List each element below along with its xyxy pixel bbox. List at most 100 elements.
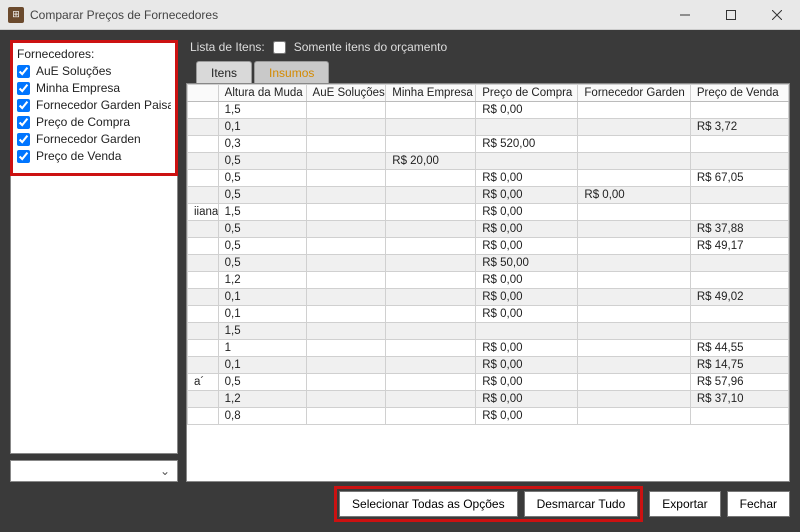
cell[interactable]: 0,1 bbox=[218, 289, 306, 306]
cell[interactable] bbox=[690, 136, 788, 153]
left-combobox[interactable]: ⌄ bbox=[10, 460, 178, 482]
cell[interactable] bbox=[386, 340, 476, 357]
cell[interactable]: 0,5 bbox=[218, 153, 306, 170]
cell[interactable] bbox=[578, 374, 690, 391]
col-minha[interactable]: Minha Empresa bbox=[386, 85, 476, 102]
table-row[interactable]: 0,8R$ 0,00 bbox=[188, 408, 789, 425]
tab-itens[interactable]: Itens bbox=[196, 61, 252, 84]
cell[interactable] bbox=[306, 187, 386, 204]
supplier-checkbox[interactable] bbox=[17, 116, 30, 129]
cell[interactable] bbox=[306, 153, 386, 170]
cell[interactable]: R$ 0,00 bbox=[476, 238, 578, 255]
cell[interactable] bbox=[386, 187, 476, 204]
close-button[interactable] bbox=[754, 0, 800, 30]
supplier-item[interactable]: AuE Soluções bbox=[17, 63, 171, 80]
cell[interactable] bbox=[578, 289, 690, 306]
cell[interactable] bbox=[386, 255, 476, 272]
cell[interactable] bbox=[386, 170, 476, 187]
cell[interactable] bbox=[306, 374, 386, 391]
cell[interactable] bbox=[188, 255, 219, 272]
cell[interactable] bbox=[578, 221, 690, 238]
supplier-item[interactable]: Preço de Compra bbox=[17, 114, 171, 131]
cell[interactable] bbox=[306, 204, 386, 221]
table-row[interactable]: 1R$ 0,00R$ 44,55 bbox=[188, 340, 789, 357]
supplier-item[interactable]: Minha Empresa bbox=[17, 80, 171, 97]
cell[interactable]: 0,5 bbox=[218, 221, 306, 238]
deselect-all-button[interactable]: Desmarcar Tudo bbox=[524, 491, 639, 517]
cell[interactable] bbox=[578, 170, 690, 187]
cell[interactable]: R$ 57,96 bbox=[690, 374, 788, 391]
supplier-item[interactable]: Preço de Venda bbox=[17, 148, 171, 165]
grid-scroll[interactable]: Altura da Muda AuE Soluções Minha Empres… bbox=[187, 84, 789, 481]
col-altura[interactable]: Altura da Muda bbox=[218, 85, 306, 102]
cell[interactable]: R$ 0,00 bbox=[578, 187, 690, 204]
cell[interactable] bbox=[578, 136, 690, 153]
cell[interactable] bbox=[306, 357, 386, 374]
cell[interactable] bbox=[306, 408, 386, 425]
cell[interactable] bbox=[306, 170, 386, 187]
cell[interactable] bbox=[306, 238, 386, 255]
table-row[interactable]: 0,5R$ 0,00R$ 37,88 bbox=[188, 221, 789, 238]
minimize-button[interactable] bbox=[662, 0, 708, 30]
cell[interactable]: 0,5 bbox=[218, 238, 306, 255]
cell[interactable] bbox=[306, 136, 386, 153]
cell[interactable]: 1,5 bbox=[218, 323, 306, 340]
cell[interactable]: R$ 44,55 bbox=[690, 340, 788, 357]
cell[interactable] bbox=[476, 323, 578, 340]
table-row[interactable]: 0,5R$ 0,00R$ 49,17 bbox=[188, 238, 789, 255]
supplier-checkbox[interactable] bbox=[17, 133, 30, 146]
cell[interactable] bbox=[386, 238, 476, 255]
cell[interactable] bbox=[386, 374, 476, 391]
supplier-item[interactable]: Fornecedor Garden Paisagis bbox=[17, 97, 171, 114]
cell[interactable] bbox=[690, 204, 788, 221]
cell[interactable] bbox=[578, 408, 690, 425]
cell[interactable]: R$ 0,00 bbox=[476, 340, 578, 357]
cell[interactable] bbox=[386, 136, 476, 153]
cell[interactable] bbox=[188, 119, 219, 136]
cell[interactable] bbox=[690, 102, 788, 119]
cell[interactable]: 1,2 bbox=[218, 272, 306, 289]
cell[interactable] bbox=[578, 119, 690, 136]
cell[interactable] bbox=[188, 170, 219, 187]
supplier-item[interactable]: Fornecedor Garden bbox=[17, 131, 171, 148]
cell[interactable]: R$ 3,72 bbox=[690, 119, 788, 136]
cell[interactable] bbox=[476, 153, 578, 170]
cell[interactable] bbox=[386, 323, 476, 340]
cell[interactable] bbox=[306, 221, 386, 238]
table-row[interactable]: 0,1R$ 0,00R$ 14,75 bbox=[188, 357, 789, 374]
cell[interactable] bbox=[188, 153, 219, 170]
cell[interactable] bbox=[386, 221, 476, 238]
cell[interactable] bbox=[386, 289, 476, 306]
col-handle[interactable] bbox=[188, 85, 219, 102]
table-row[interactable]: 1,5 bbox=[188, 323, 789, 340]
cell[interactable]: R$ 0,00 bbox=[476, 374, 578, 391]
cell[interactable] bbox=[578, 357, 690, 374]
cell[interactable] bbox=[188, 187, 219, 204]
cell[interactable] bbox=[578, 204, 690, 221]
cell[interactable]: 1,5 bbox=[218, 102, 306, 119]
col-garden[interactable]: Fornecedor Garden bbox=[578, 85, 690, 102]
cell[interactable] bbox=[386, 119, 476, 136]
cell[interactable] bbox=[578, 306, 690, 323]
cell[interactable]: R$ 0,00 bbox=[476, 187, 578, 204]
cell[interactable] bbox=[578, 238, 690, 255]
cell[interactable] bbox=[306, 272, 386, 289]
cell[interactable] bbox=[188, 391, 219, 408]
table-row[interactable]: 1,2R$ 0,00R$ 37,10 bbox=[188, 391, 789, 408]
cell[interactable] bbox=[188, 306, 219, 323]
cell[interactable] bbox=[386, 357, 476, 374]
table-row[interactable]: 0,5R$ 0,00R$ 0,00 bbox=[188, 187, 789, 204]
table-row[interactable]: 0,1R$ 0,00R$ 49,02 bbox=[188, 289, 789, 306]
cell[interactable]: R$ 49,02 bbox=[690, 289, 788, 306]
cell[interactable]: 0,5 bbox=[218, 255, 306, 272]
cell[interactable]: R$ 0,00 bbox=[476, 357, 578, 374]
cell[interactable] bbox=[306, 255, 386, 272]
cell[interactable] bbox=[690, 187, 788, 204]
cell[interactable]: R$ 0,00 bbox=[476, 102, 578, 119]
table-row[interactable]: 0,3R$ 520,00 bbox=[188, 136, 789, 153]
table-row[interactable]: 0,1R$ 0,00 bbox=[188, 306, 789, 323]
cell[interactable] bbox=[690, 408, 788, 425]
table-row[interactable]: 0,5R$ 50,00 bbox=[188, 255, 789, 272]
cell[interactable] bbox=[690, 306, 788, 323]
cell[interactable] bbox=[690, 323, 788, 340]
